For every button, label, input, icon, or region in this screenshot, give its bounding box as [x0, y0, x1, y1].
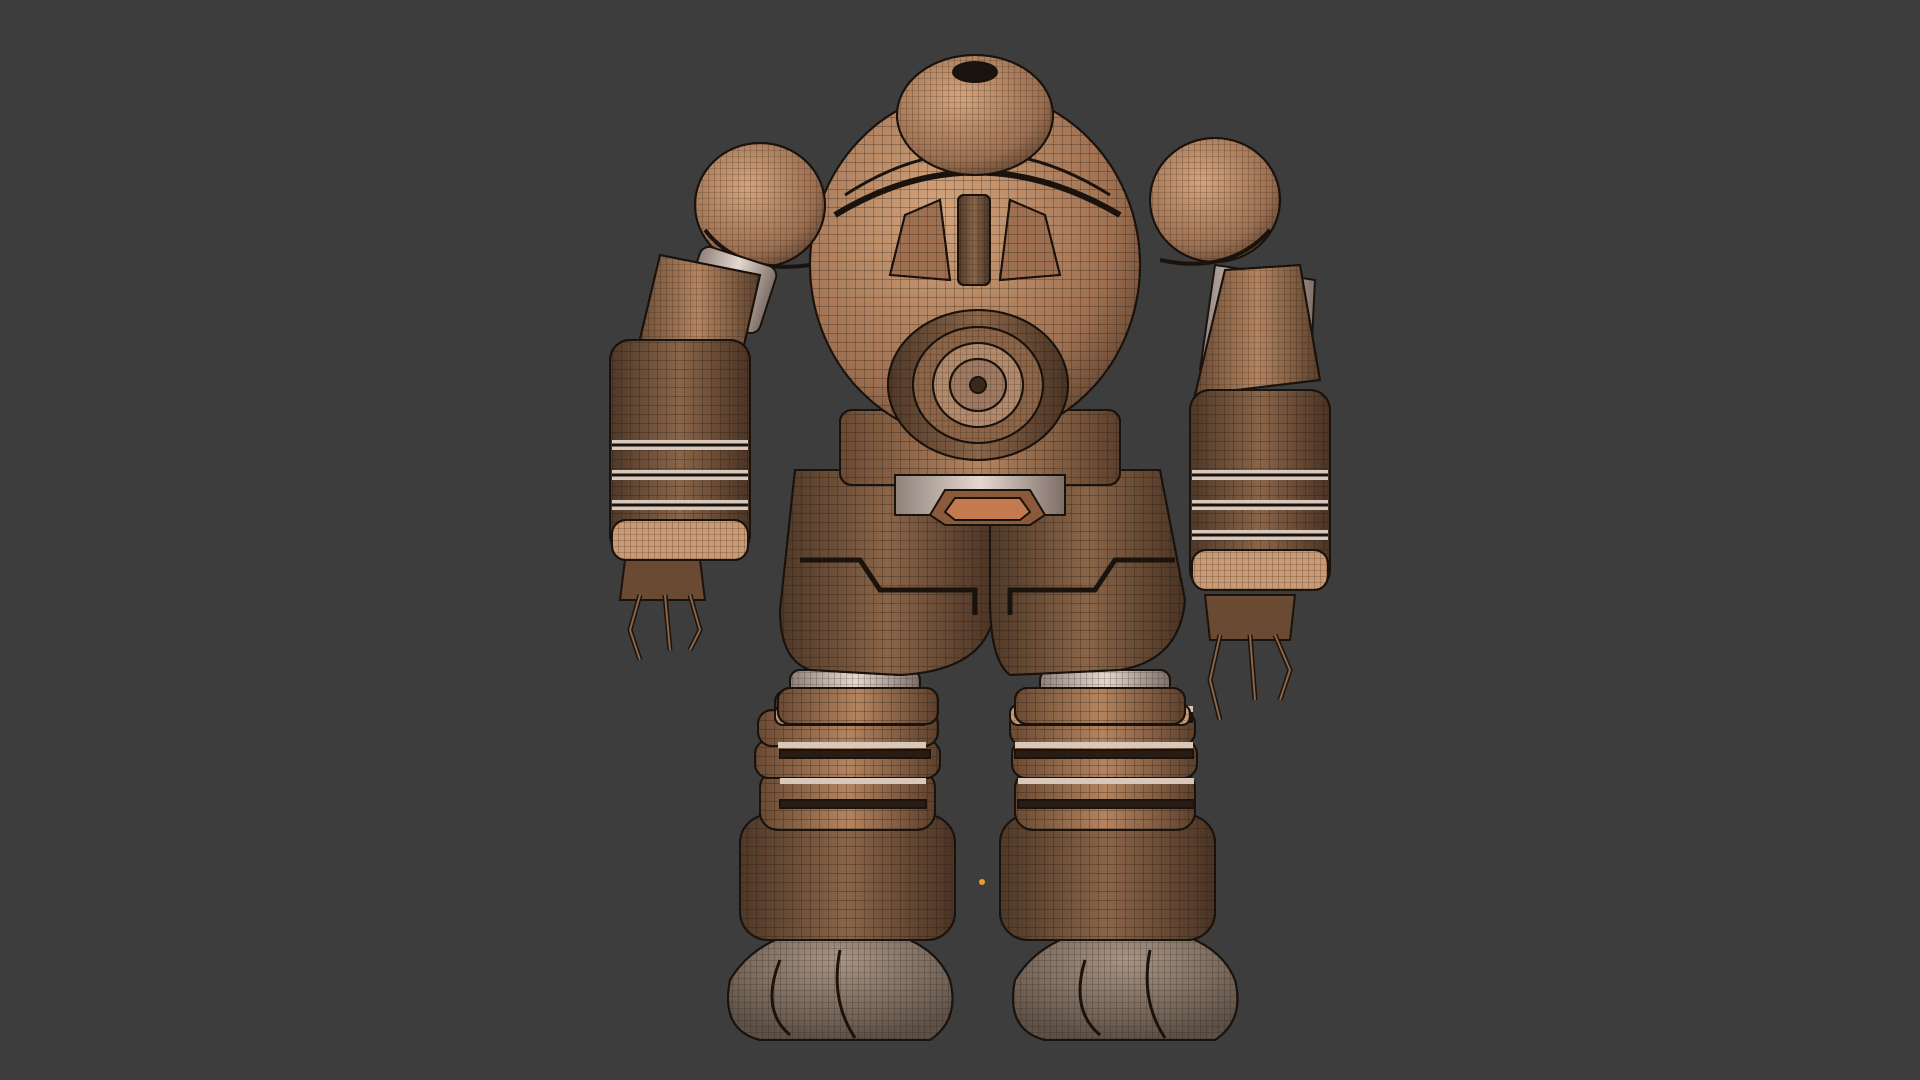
chest-reactor	[887, 309, 1069, 461]
3d-viewport[interactable]	[0, 0, 1920, 1080]
right-forearm	[1189, 389, 1331, 591]
head-dome	[896, 54, 1054, 176]
right-boot	[999, 704, 1216, 941]
right-upper-arm	[1193, 263, 1322, 397]
robot-model[interactable]	[609, 54, 1331, 1041]
right-claw	[1203, 594, 1297, 721]
origin-marker-icon[interactable]	[979, 879, 985, 885]
left-claw	[618, 559, 707, 661]
right-shoulder	[1149, 137, 1281, 266]
left-forearm	[609, 339, 751, 561]
viewport-canvas[interactable]	[0, 0, 1920, 1080]
left-foot	[727, 923, 954, 1041]
left-knee-joint	[777, 669, 939, 725]
right-knee-joint	[1014, 669, 1186, 725]
right-foot	[1012, 923, 1239, 1041]
left-boot	[739, 689, 956, 941]
